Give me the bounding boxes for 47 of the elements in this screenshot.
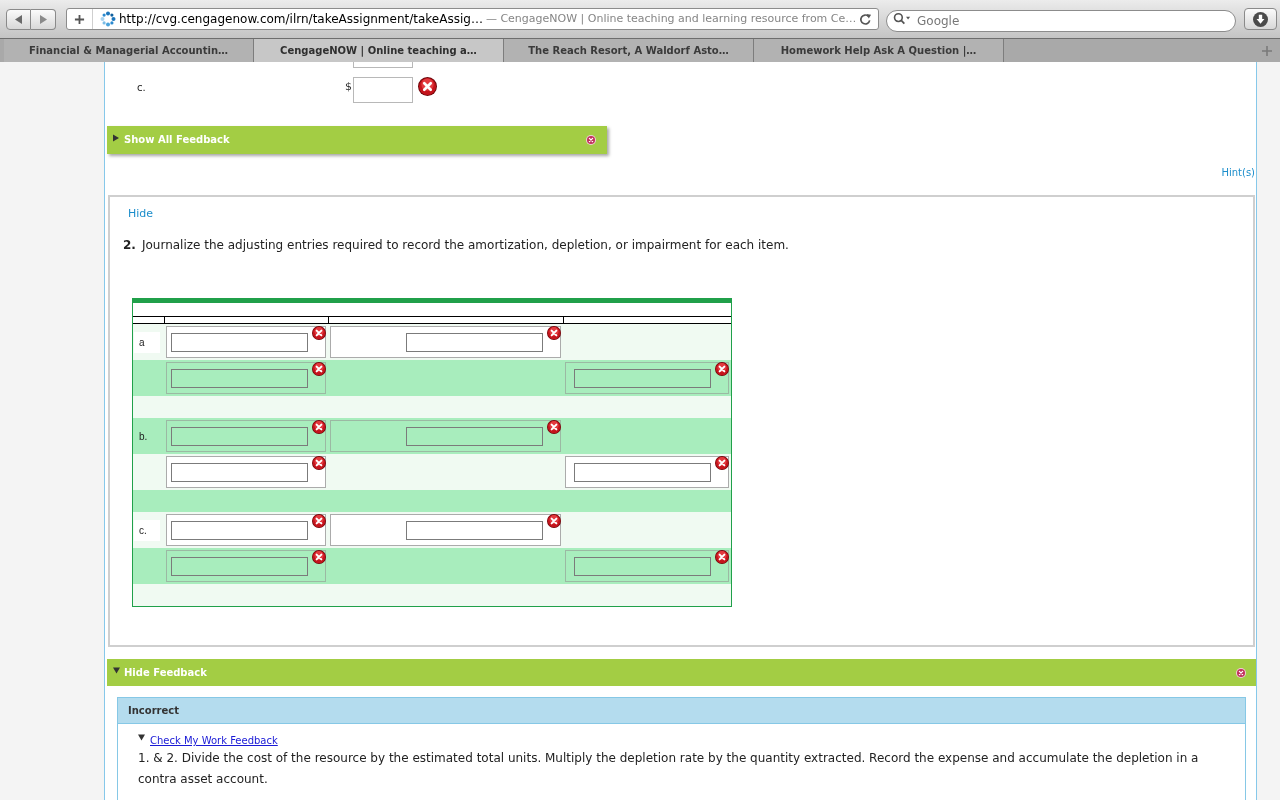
- answer-field[interactable]: [353, 77, 413, 103]
- forward-button[interactable]: [31, 8, 56, 30]
- download-icon: [1253, 11, 1268, 27]
- currency-symbol: $: [345, 80, 352, 94]
- question-text: 2. Journalize the adjusting entries required to record the amortization, depletion, or impairment for each item.: [123, 238, 789, 253]
- url-text: http://cvg.cengagenow.com/ilrn/takeAssignment/takeAssig…: [119, 11, 483, 27]
- browser-tab[interactable]: The Reach Resort, A Waldorf Asto…: [504, 39, 754, 62]
- input-field[interactable]: [406, 426, 543, 446]
- right-triangle-icon: [39, 14, 47, 24]
- browser-tab[interactable]: CengageNOW | Online teaching a…: [254, 39, 504, 62]
- input-field[interactable]: [574, 462, 711, 482]
- input-field[interactable]: [171, 332, 308, 352]
- caret-down-icon[interactable]: [113, 667, 120, 674]
- hide-link[interactable]: Hide: [128, 207, 154, 221]
- search-icon: [893, 12, 911, 25]
- close-icon[interactable]: [586, 135, 596, 145]
- browser-tab[interactable]: Homework Help Ask A Question |…: [754, 39, 1004, 62]
- input-field[interactable]: [171, 426, 308, 446]
- plus-icon: [74, 13, 85, 25]
- input-field[interactable]: [406, 332, 543, 352]
- input-field[interactable]: [574, 556, 711, 576]
- left-triangle-icon: [15, 14, 22, 24]
- input-field[interactable]: [171, 556, 308, 576]
- hints-link[interactable]: Hint(s): [1221, 166, 1255, 180]
- entry-label: c.: [134, 519, 160, 541]
- browser-tab[interactable]: Financial & Managerial Accountin…: [4, 39, 254, 62]
- entry-label: a: [134, 331, 160, 353]
- page-title-text: — CengageNOW | Online teaching and learning resource from Ce…: [485, 11, 857, 27]
- item-label: c.: [137, 81, 146, 95]
- close-icon[interactable]: [1236, 667, 1246, 678]
- input-field[interactable]: [171, 368, 308, 388]
- dotted-ring-icon: [100, 11, 116, 27]
- input-field[interactable]: [406, 520, 543, 540]
- input-field[interactable]: [171, 462, 308, 482]
- check-my-work-link[interactable]: Check My Work Feedback: [150, 734, 278, 748]
- feedback-text: 1. & 2. Divide the cost of the resource by the estimated total units. Multiply the depletion rate by the quantity extracted. Record the expense and accumulate the depletion in a contra asset account.: [138, 750, 1200, 788]
- address-bar[interactable]: http://cvg.cengagenow.com/ilrn/takeAssignment/takeAssig… — CengageNOW | Online teaching and learning resource from Ce…: [66, 8, 879, 30]
- input-field[interactable]: [171, 520, 308, 540]
- entry-label: b.: [138, 429, 149, 444]
- download-button[interactable]: [1244, 8, 1277, 30]
- back-button[interactable]: [6, 8, 31, 30]
- caret-down-icon[interactable]: [138, 734, 145, 741]
- search-field[interactable]: Google: [886, 10, 1236, 32]
- result-header: Incorrect: [118, 698, 1245, 724]
- input-field[interactable]: [574, 368, 711, 388]
- reload-icon[interactable]: [859, 12, 872, 26]
- caret-right-icon[interactable]: [113, 134, 119, 142]
